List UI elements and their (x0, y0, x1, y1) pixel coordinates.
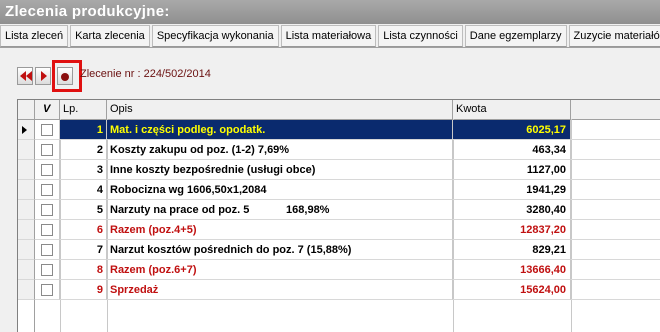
row-opis: Mat. i części podleg. opodatk. (107, 120, 453, 140)
row-checkbox-cell (35, 220, 60, 240)
tab-dane-egzemplarzy[interactable]: Dane egzemplarzy (464, 25, 567, 47)
row-checkbox-cell (35, 200, 60, 220)
row-kwota: 13666,40 (453, 260, 571, 280)
tab-bar: Lista zleceń Karta zlecenia Specyfikacja… (0, 25, 660, 47)
table-row[interactable]: 5 Narzuty na prace od poz. 5 168,98% 3280,… (18, 200, 660, 220)
header-lp[interactable]: Lp. (60, 100, 107, 119)
row-empty-cell (571, 220, 660, 240)
row-lp: 7 (60, 240, 107, 260)
row-kwota: 12837,20 (453, 220, 571, 240)
row-checkbox[interactable] (41, 164, 53, 176)
row-indicator (18, 200, 35, 220)
tab-divider (0, 47, 660, 48)
table-row[interactable]: 8 Razem (poz.6+7) 13666,40 (18, 260, 660, 280)
row-lp: 8 (60, 260, 107, 280)
table-row[interactable]: 2 Koszty zakupu od poz. (1-2) 7,69% 463,34 (18, 140, 660, 160)
tab-karta-zlecenia[interactable]: Karta zlecenia (70, 25, 150, 47)
row-opis: Narzuty na prace od poz. 5 168,98% (107, 200, 453, 220)
row-indicator (18, 140, 35, 160)
row-opis: Razem (poz.4+5) (107, 220, 453, 240)
row-empty-cell (571, 120, 660, 140)
row-indicator (18, 120, 35, 140)
row-kwota: 3280,40 (453, 200, 571, 220)
table-row[interactable]: 3 Inne koszty bezpośrednie (usługi obce) 1… (18, 160, 660, 180)
header-opis[interactable]: Opis (107, 100, 453, 119)
row-lp: 2 (60, 140, 107, 160)
row-kwota: 6025,17 (453, 120, 571, 140)
current-row-pointer-icon (22, 126, 27, 134)
row-kwota: 463,34 (453, 140, 571, 160)
header-indicator (18, 100, 35, 119)
header-check[interactable]: V (35, 100, 60, 119)
first-record-icon (20, 71, 32, 81)
row-opis: Sprzedaż (107, 280, 453, 300)
row-checkbox[interactable] (41, 124, 53, 136)
row-lp: 5 (60, 200, 107, 220)
row-indicator (18, 220, 35, 240)
row-opis: Robocizna wg 1606,50x1,2084 (107, 180, 453, 200)
header-kwota[interactable]: Kwota (453, 100, 571, 119)
row-opis: Narzut kosztów pośrednich do poz. 7 (15,… (107, 240, 453, 260)
row-checkbox-cell (35, 240, 60, 260)
row-empty-cell (571, 200, 660, 220)
row-checkbox[interactable] (41, 284, 53, 296)
row-checkbox[interactable] (41, 184, 53, 196)
row-kwota: 829,21 (453, 240, 571, 260)
row-empty-cell (571, 260, 660, 280)
table-row[interactable]: 1 Mat. i części podleg. opodatk. 6025,17 (18, 120, 660, 140)
cost-grid: V Lp. Opis Kwota 1 Mat. i części podleg. … (17, 99, 660, 332)
tab-lista-czynnosci[interactable]: Lista czynności (378, 25, 463, 47)
row-checkbox-cell (35, 160, 60, 180)
row-checkbox-cell (35, 260, 60, 280)
row-kwota: 15624,00 (453, 280, 571, 300)
row-kwota: 1941,29 (453, 180, 571, 200)
row-indicator (18, 240, 35, 260)
row-checkbox[interactable] (41, 264, 53, 276)
row-indicator (18, 260, 35, 280)
row-empty-cell (571, 240, 660, 260)
table-row[interactable]: 7 Narzut kosztów pośrednich do poz. 7 (15… (18, 240, 660, 260)
row-checkbox[interactable] (41, 144, 53, 156)
table-row[interactable]: 4 Robocizna wg 1606,50x1,2084 1941,29 (18, 180, 660, 200)
row-checkbox[interactable] (41, 204, 53, 216)
row-checkbox[interactable] (41, 244, 53, 256)
row-indicator (18, 160, 35, 180)
tab-lista-zlecen[interactable]: Lista zleceń (0, 25, 69, 47)
record-button-highlight (52, 60, 82, 92)
row-lp: 9 (60, 280, 107, 300)
grid-header: V Lp. Opis Kwota (18, 100, 660, 120)
row-empty-cell (571, 180, 660, 200)
tab-zuzycie-materialow[interactable]: Zuzycie materiałó (568, 25, 660, 47)
row-lp: 6 (60, 220, 107, 240)
next-record-button[interactable] (35, 67, 51, 85)
row-kwota: 1127,00 (453, 160, 571, 180)
row-opis: Koszty zakupu od poz. (1-2) 7,69% (107, 140, 453, 160)
row-empty-cell (571, 160, 660, 180)
row-checkbox-cell (35, 180, 60, 200)
row-opis: Inne koszty bezpośrednie (usługi obce) (107, 160, 453, 180)
row-lp: 4 (60, 180, 107, 200)
row-lp: 3 (60, 160, 107, 180)
row-empty-cell (571, 280, 660, 300)
row-empty-cell (571, 140, 660, 160)
row-indicator (18, 180, 35, 200)
header-empty (571, 100, 660, 119)
tab-lista-materialowa[interactable]: Lista materiałowa (280, 25, 377, 47)
row-opis: Razem (poz.6+7) (107, 260, 453, 280)
row-checkbox-cell (35, 280, 60, 300)
table-row[interactable]: 9 Sprzedaż 15624,00 (18, 280, 660, 300)
first-record-button[interactable] (17, 67, 33, 85)
row-indicator (18, 280, 35, 300)
window-title: Zlecenia produkcyjne: (0, 0, 660, 24)
row-checkbox-cell (35, 140, 60, 160)
row-checkbox[interactable] (41, 224, 53, 236)
row-lp: 1 (60, 120, 107, 140)
row-checkbox-cell (35, 120, 60, 140)
next-record-icon (41, 71, 47, 81)
table-row[interactable]: 6 Razem (poz.4+5) 12837,20 (18, 220, 660, 240)
tab-specyfikacja-wykonania[interactable]: Specyfikacja wykonania (151, 25, 279, 47)
order-number-label: Zlecenie nr : 224/502/2014 (80, 68, 211, 80)
